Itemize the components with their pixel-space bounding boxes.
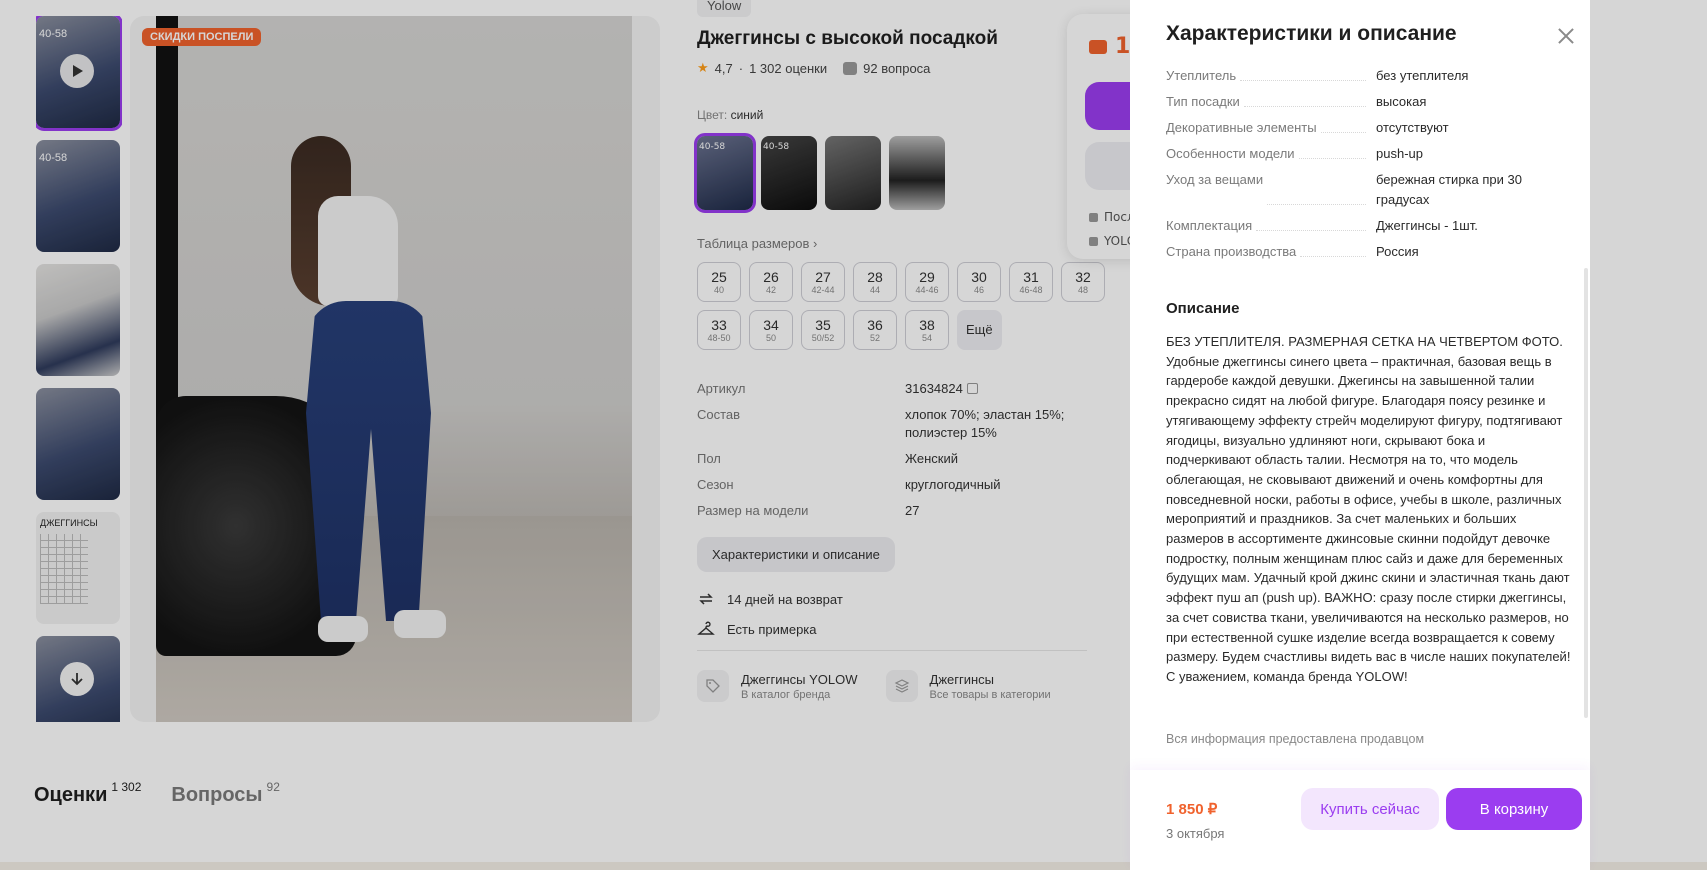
spec-row: Страна производства Россия: [1166, 242, 1566, 262]
footer-price: 1 850 ₽: [1166, 801, 1218, 818]
scrollbar[interactable]: [1584, 268, 1588, 718]
footer-delivery-date: 3 октября: [1166, 826, 1225, 841]
panel-footer: 1 850 ₽ 3 октября Купить сейчас В корзин…: [1130, 770, 1590, 870]
spec-row: Комплектация Джеггинсы - 1шт.: [1166, 216, 1566, 236]
add-to-cart-button[interactable]: В корзину: [1446, 788, 1582, 830]
seller-note: Вся информация предоставлена продавцом: [1166, 732, 1425, 746]
spec-key-text: Утеплитель: [1166, 66, 1241, 86]
spec-key-text: Тип посадки: [1166, 92, 1244, 112]
panel-title: Характеристики и описание: [1166, 22, 1457, 45]
spec-key: Страна производства: [1166, 242, 1376, 262]
characteristics-panel: Характеристики и описание Утеплитель без …: [1130, 0, 1590, 870]
spec-key-text: Комплектация: [1166, 216, 1257, 236]
spec-value: push-up: [1376, 146, 1423, 161]
spec-key: Утеплитель: [1166, 66, 1376, 86]
spec-value: Россия: [1376, 244, 1419, 259]
description-title: Описание: [1166, 300, 1240, 317]
spec-key-text: Особенности модели: [1166, 144, 1299, 164]
spec-row: Уход за вещами бережная стирка при 30 гра…: [1166, 170, 1566, 210]
spec-row: Утеплитель без утеплителя: [1166, 66, 1566, 86]
spec-value: без утеплителя: [1376, 68, 1469, 83]
buy-now-button[interactable]: Купить сейчас: [1301, 788, 1439, 830]
close-icon[interactable]: [1554, 24, 1578, 48]
spec-key: Комплектация: [1166, 216, 1376, 236]
spec-key: Тип посадки: [1166, 92, 1376, 112]
spec-key-text: Уход за вещами: [1166, 170, 1268, 210]
description-text: БЕЗ УТЕПЛИТЕЛЯ. РАЗМЕРНАЯ СЕТКА НА ЧЕТВЕ…: [1166, 334, 1571, 684]
spec-value: бережная стирка при 30 градусах: [1376, 172, 1522, 207]
spec-key: Уход за вещами: [1166, 170, 1376, 210]
spec-row: Особенности модели push-up: [1166, 144, 1566, 164]
spec-row: Декоративные элементы отсутствуют: [1166, 118, 1566, 138]
spec-value: Джеггинсы - 1шт.: [1376, 218, 1478, 233]
spec-row: Тип посадки высокая: [1166, 92, 1566, 112]
spec-key: Декоративные элементы: [1166, 118, 1376, 138]
spec-key-text: Страна производства: [1166, 242, 1301, 262]
spec-key: Особенности модели: [1166, 144, 1376, 164]
spec-value: высокая: [1376, 94, 1427, 109]
spec-value: отсутствуют: [1376, 120, 1449, 135]
spec-list: Утеплитель без утеплителя Тип посадки высок…: [1166, 66, 1566, 268]
spec-key-text: Декоративные элементы: [1166, 118, 1321, 138]
